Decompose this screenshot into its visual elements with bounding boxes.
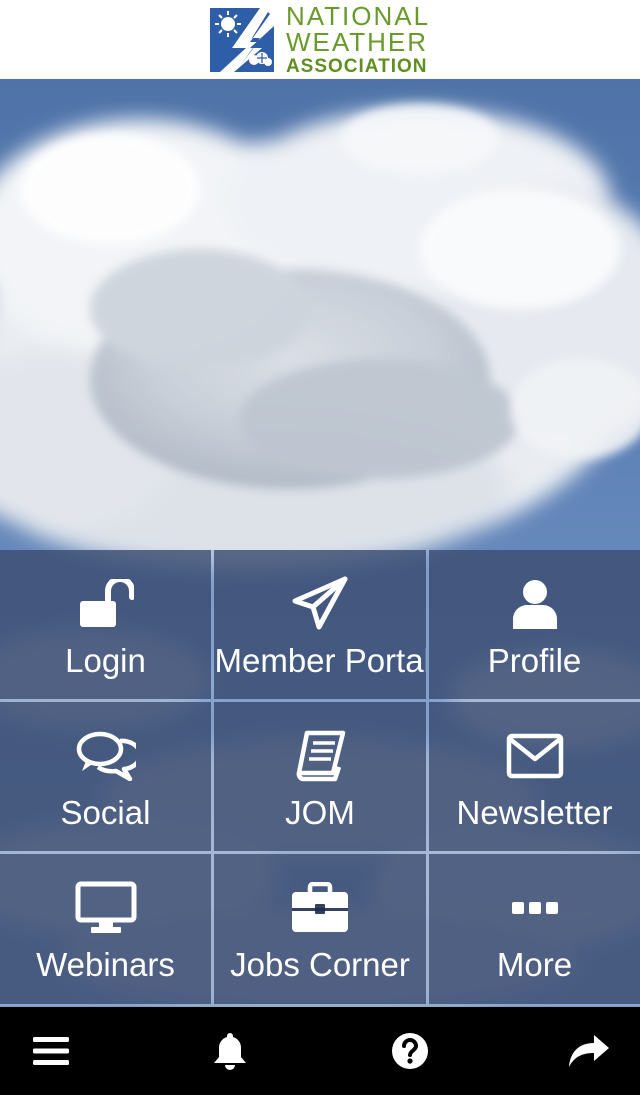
envelope-icon [506,726,564,786]
nwa-logo-wordmark: NATIONAL WEATHER ASSOCIATION [286,3,430,76]
tile-jom-label: JOM [285,794,355,831]
tile-social[interactable]: Social [0,702,211,851]
tile-member-portal[interactable]: Member Portal [214,550,426,699]
share-button[interactable] [568,1030,610,1072]
tile-webinars-label: Webinars [36,946,175,983]
tile-login[interactable]: Login [0,550,211,699]
tile-profile[interactable]: Profile [429,550,640,699]
tile-profile-label: Profile [487,642,582,679]
ellipsis-icon [511,878,558,938]
logo-line-national: NATIONAL [285,1,431,31]
nwa-logo-icon [209,7,274,72]
nwa-logo[interactable]: NATIONAL WEATHER ASSOCIATION [209,3,430,76]
bottom-toolbar [0,1007,640,1095]
share-icon [568,1035,609,1067]
logo-line-weather: WEATHER [285,27,429,57]
tile-jobs-corner-label: Jobs Corner [230,946,410,983]
unlock-icon [78,574,134,634]
user-icon [511,574,559,634]
tile-member-portal-label: Member Portal [214,642,426,679]
tile-jom[interactable]: JOM [214,702,426,851]
tile-more-label: More [496,946,573,983]
menu-button[interactable] [30,1030,72,1072]
menu-icon [33,1037,69,1065]
tile-newsletter[interactable]: Newsletter [429,702,640,851]
tile-login-label: Login [65,642,146,679]
tile-newsletter-label: Newsletter [456,794,613,831]
tile-more[interactable]: More [429,854,640,1004]
logo-line-association: ASSOCIATION [285,56,428,77]
briefcase-icon [290,878,350,938]
tile-jobs-corner[interactable]: Jobs Corner [214,854,426,1004]
notifications-button[interactable] [209,1030,251,1072]
chat-bubbles-icon [76,726,136,786]
app-header: NATIONAL WEATHER ASSOCIATION [0,0,640,79]
help-button[interactable] [389,1030,431,1072]
tile-social-label: Social [60,794,151,831]
tile-webinars[interactable]: Webinars [0,854,211,1004]
book-icon [293,726,347,786]
monitor-icon [75,878,137,938]
home-menu-grid: Login Member Portal Profile Social JOM N… [0,550,640,1006]
bell-icon [214,1033,247,1070]
help-icon [391,1033,428,1069]
paper-plane-icon [291,574,349,634]
